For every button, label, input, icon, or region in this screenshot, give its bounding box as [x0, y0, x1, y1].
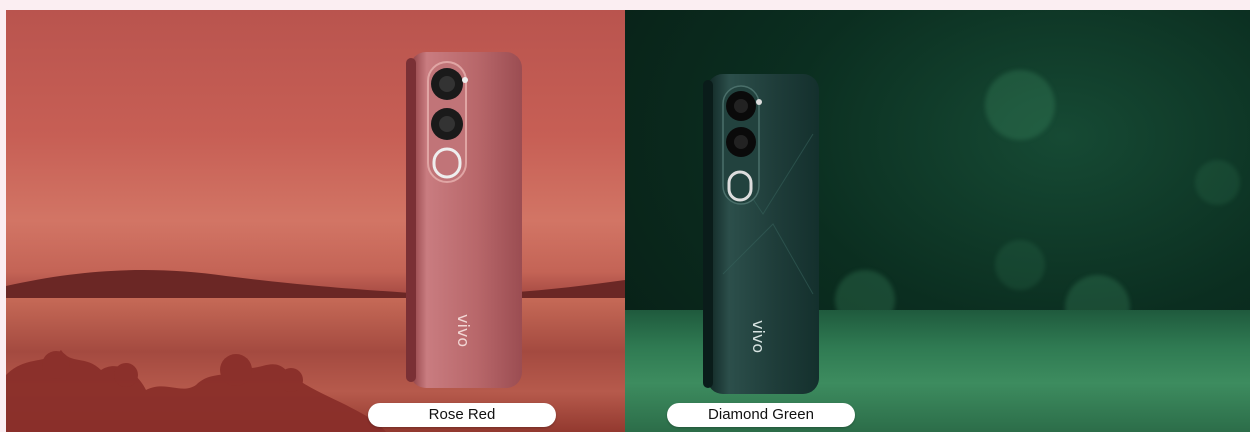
phone-rose-red: vivo: [406, 52, 522, 388]
bokeh-light: [1195, 160, 1240, 205]
svg-text:vivo: vivo: [749, 320, 768, 353]
svg-text:vivo: vivo: [454, 314, 473, 347]
bokeh-light: [985, 70, 1055, 140]
color-variant-gallery: vivo Rose Red vivo Diamond Green: [6, 10, 1250, 432]
variant-panel-diamond-green[interactable]: vivo Diamond Green: [625, 10, 1250, 432]
variant-label-rose-red: Rose Red: [368, 403, 556, 427]
phone-diamond-green: vivo: [703, 74, 819, 394]
coral-decoration: [6, 350, 386, 432]
variant-panel-rose-red[interactable]: vivo Rose Red: [6, 10, 625, 432]
variant-label-diamond-green: Diamond Green: [667, 403, 855, 427]
bokeh-light: [995, 240, 1045, 290]
top-strip: [0, 0, 1250, 10]
